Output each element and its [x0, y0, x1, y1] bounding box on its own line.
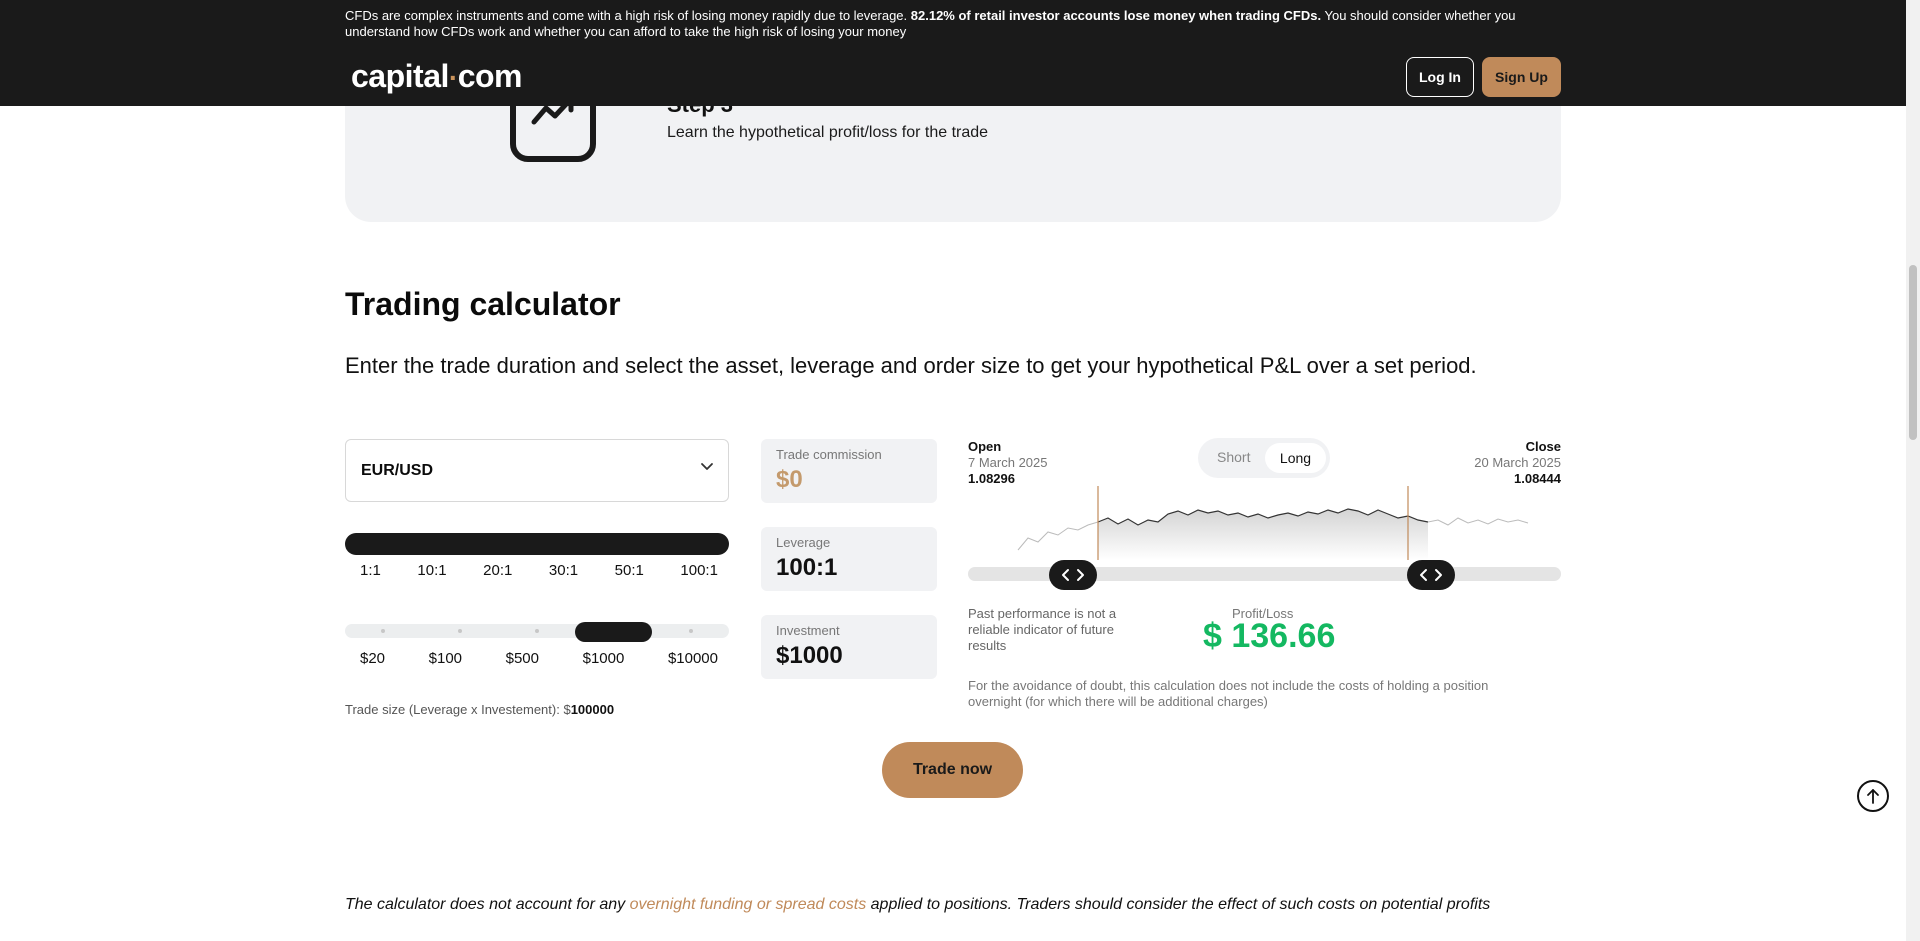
close-date-handle[interactable] [1407, 560, 1455, 590]
risk-warning-start: CFDs are complex instruments and come wi… [345, 8, 911, 23]
leverage-option[interactable]: 1:1 [360, 562, 381, 579]
investment-value: $1000 [776, 642, 843, 669]
leverage-option[interactable]: 30:1 [549, 562, 578, 579]
toggle-long[interactable]: Long [1265, 443, 1326, 473]
past-performance-note: Past performance is not a reliable indic… [968, 606, 1117, 653]
close-title: Close [1525, 439, 1561, 454]
logo-right: com [457, 58, 523, 94]
leverage-box: Leverage 100:1 [761, 527, 937, 591]
step-text: Learn the hypothetical profit/loss for t… [667, 124, 989, 141]
site-header: CFDs are complex instruments and come wi… [0, 0, 1906, 106]
overnight-funding-link[interactable]: overnight funding or spread costs [630, 896, 867, 913]
investment-step-dot [689, 629, 693, 633]
chart-after-line [1427, 517, 1529, 526]
arrows-left-right-icon [1420, 569, 1442, 581]
asset-select-value: EUR/USD [361, 461, 434, 479]
login-button[interactable]: Log In [1406, 57, 1474, 97]
investment-step-dot [535, 629, 539, 633]
risk-warning-bold: 82.12% of retail investor accounts lose … [910, 8, 1322, 23]
trade-size-value: 100000 [570, 702, 615, 717]
risk-warning: CFDs are complex instruments and come wi… [345, 8, 1545, 40]
open-date: 7 March 2025 [968, 455, 1048, 470]
logo-left: capital [351, 58, 449, 94]
leverage-slider[interactable] [345, 533, 729, 555]
investment-option[interactable]: $10000 [668, 650, 718, 667]
scrollbar-track[interactable] [1906, 0, 1920, 941]
disclaimer-after: applied to positions. Traders should con… [866, 896, 1491, 913]
investment-option[interactable]: $20 [360, 650, 385, 667]
scrollbar-thumb[interactable] [1909, 265, 1917, 440]
leverage-label: Leverage [776, 535, 831, 550]
asset-select[interactable]: EUR/USD [345, 439, 729, 502]
leverage-option[interactable]: 10:1 [417, 562, 446, 579]
investment-slider-handle[interactable] [575, 622, 652, 642]
commission-label: Trade commission [776, 447, 882, 462]
leverage-option[interactable]: 20:1 [483, 562, 512, 579]
chevron-down-icon [701, 463, 713, 470]
chart-before-line [1017, 521, 1099, 551]
investment-option[interactable]: $1000 [583, 650, 625, 667]
leverage-options: 1:1 10:1 20:1 30:1 50:1 100:1 [360, 562, 718, 579]
disclaimer-before: The calculator does not account for any [345, 896, 630, 913]
back-to-top-button[interactable] [1857, 780, 1889, 812]
chart-selected-area [1098, 509, 1428, 560]
leverage-value: 100:1 [776, 554, 838, 581]
commission-value: $0 [776, 466, 803, 493]
overnight-costs-note: For the avoidance of doubt, this calcula… [968, 678, 1489, 709]
open-date-handle[interactable] [1049, 560, 1097, 590]
trade-now-button[interactable]: Trade now [882, 742, 1023, 798]
calculator-title: Trading calculator [345, 286, 621, 322]
trade-size-label: Trade size (Leverage x Investement): $ [345, 702, 571, 717]
direction-toggle[interactable]: Short Long [1198, 438, 1330, 478]
logo-dot: · [448, 62, 458, 93]
toggle-short[interactable]: Short [1217, 449, 1250, 465]
investment-step-dot [458, 629, 462, 633]
close-date: 20 March 2025 [1474, 455, 1561, 470]
price-chart [1017, 486, 1529, 560]
commission-box: Trade commission $0 [761, 439, 937, 503]
capital-com-logo[interactable]: capital·com [351, 58, 523, 96]
investment-option[interactable]: $500 [506, 650, 539, 667]
profit-loss-value: $ 136.66 [1203, 617, 1336, 655]
investment-option[interactable]: $100 [429, 650, 462, 667]
leverage-option[interactable]: 50:1 [615, 562, 644, 579]
arrow-up-icon [1867, 789, 1879, 804]
open-title: Open [968, 439, 1002, 454]
signup-button[interactable]: Sign Up [1482, 57, 1561, 97]
investment-options: $20 $100 $500 $1000 $10000 [360, 650, 718, 667]
investment-box: Investment $1000 [761, 615, 937, 679]
page: Step 3 Learn the hypothetical profit/los… [0, 0, 1920, 941]
investment-step-dot [381, 629, 385, 633]
investment-label: Investment [776, 623, 840, 638]
calculator-disclaimer: The calculator does not account for any … [345, 896, 1490, 914]
arrows-left-right-icon [1062, 569, 1084, 581]
leverage-option[interactable]: 100:1 [680, 562, 718, 579]
trade-size: Trade size (Leverage x Investement): $10… [345, 702, 614, 717]
calculator-lead: Enter the trade duration and select the … [345, 353, 1477, 378]
